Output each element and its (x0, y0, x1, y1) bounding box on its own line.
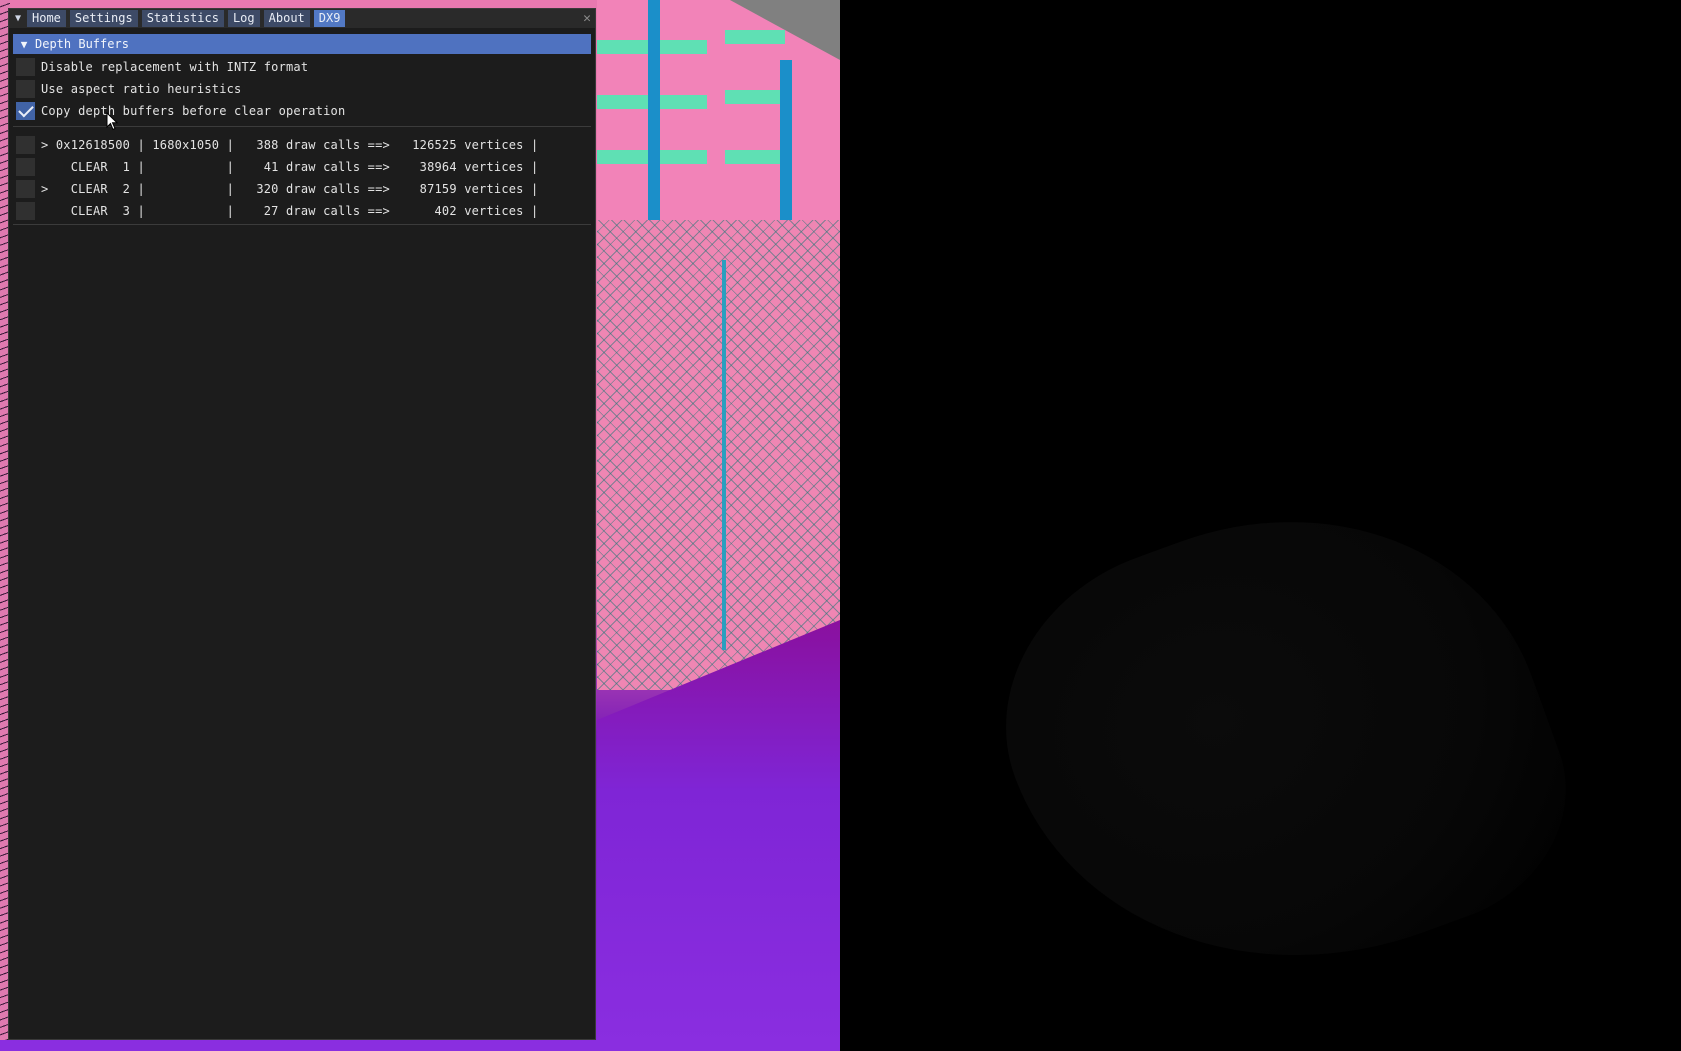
balcony-stripe (725, 90, 785, 104)
building-column (780, 60, 792, 240)
tab-settings[interactable]: Settings (69, 10, 138, 27)
tab-about[interactable]: About (263, 10, 310, 27)
buffer-row[interactable]: CLEAR 3 | | 27 draw calls ==> 402 vertic… (16, 201, 538, 221)
buffer-row[interactable]: > CLEAR 2 | | 320 draw calls ==> 87159 v… (16, 179, 538, 199)
buffer-checkbox[interactable] (16, 180, 35, 198)
buffer-row[interactable]: > 0x12618500 | 1680x1050 | 388 draw call… (16, 135, 538, 155)
tab-home[interactable]: Home (27, 10, 66, 27)
buffer-checkbox[interactable] (16, 158, 35, 176)
buffer-info: CLEAR 1 | | 41 draw calls ==> 38964 vert… (41, 160, 539, 174)
buffer-row[interactable]: CLEAR 1 | | 41 draw calls ==> 38964 vert… (16, 157, 538, 177)
tab-statistics[interactable]: Statistics (141, 10, 224, 27)
buffer-info: > 0x12618500 | 1680x1050 | 388 draw call… (41, 138, 539, 152)
option-label: Copy depth buffers before clear operatio… (41, 104, 346, 118)
scene-bottom-edge (0, 1040, 840, 1051)
checkbox-aspect-ratio[interactable] (16, 80, 35, 98)
tab-bar: ▼ Home Settings Statistics Log About DX9… (9, 9, 595, 28)
buffer-info: > CLEAR 2 | | 320 draw calls ==> 87159 v… (41, 182, 539, 196)
collapse-arrow-icon: ▼ (20, 37, 28, 51)
option-label: Use aspect ratio heuristics (41, 82, 242, 96)
building-column (648, 0, 660, 230)
close-icon[interactable]: ✕ (583, 9, 591, 28)
buffer-checkbox[interactable] (16, 202, 35, 220)
depth-buffer-view (840, 0, 1681, 1051)
separator (13, 224, 591, 225)
balcony-stripe (725, 30, 785, 44)
mouse-cursor-icon (106, 112, 119, 131)
chain-link-fence (597, 220, 840, 690)
option-copy-before-clear[interactable]: Copy depth buffers before clear operatio… (16, 101, 345, 121)
option-aspect-ratio[interactable]: Use aspect ratio heuristics (16, 79, 241, 99)
buffer-info: CLEAR 3 | | 27 draw calls ==> 402 vertic… (41, 204, 539, 218)
depth-buffers-header[interactable]: ▼ Depth Buffers (13, 34, 591, 54)
reshade-overlay-window[interactable]: ▼ Home Settings Statistics Log About DX9… (8, 8, 596, 1040)
fence-post (722, 260, 726, 650)
option-label: Disable replacement with INTZ format (41, 60, 309, 74)
tab-dx9[interactable]: DX9 (313, 10, 346, 27)
depth-silhouette (958, 444, 1602, 1046)
checkbox-copy-before-clear[interactable] (16, 101, 35, 120)
checkmark-icon (17, 101, 34, 118)
separator (13, 126, 591, 127)
section-title: Depth Buffers (35, 37, 129, 51)
tab-log[interactable]: Log (227, 10, 260, 27)
balcony-stripe (725, 150, 785, 164)
window-menu-icon[interactable]: ▼ (9, 9, 27, 28)
buffer-checkbox[interactable] (16, 136, 35, 154)
checkbox-disable-intz[interactable] (16, 58, 35, 76)
screen: ▼ Home Settings Statistics Log About DX9… (0, 0, 1681, 1051)
option-disable-intz[interactable]: Disable replacement with INTZ format (16, 57, 308, 77)
